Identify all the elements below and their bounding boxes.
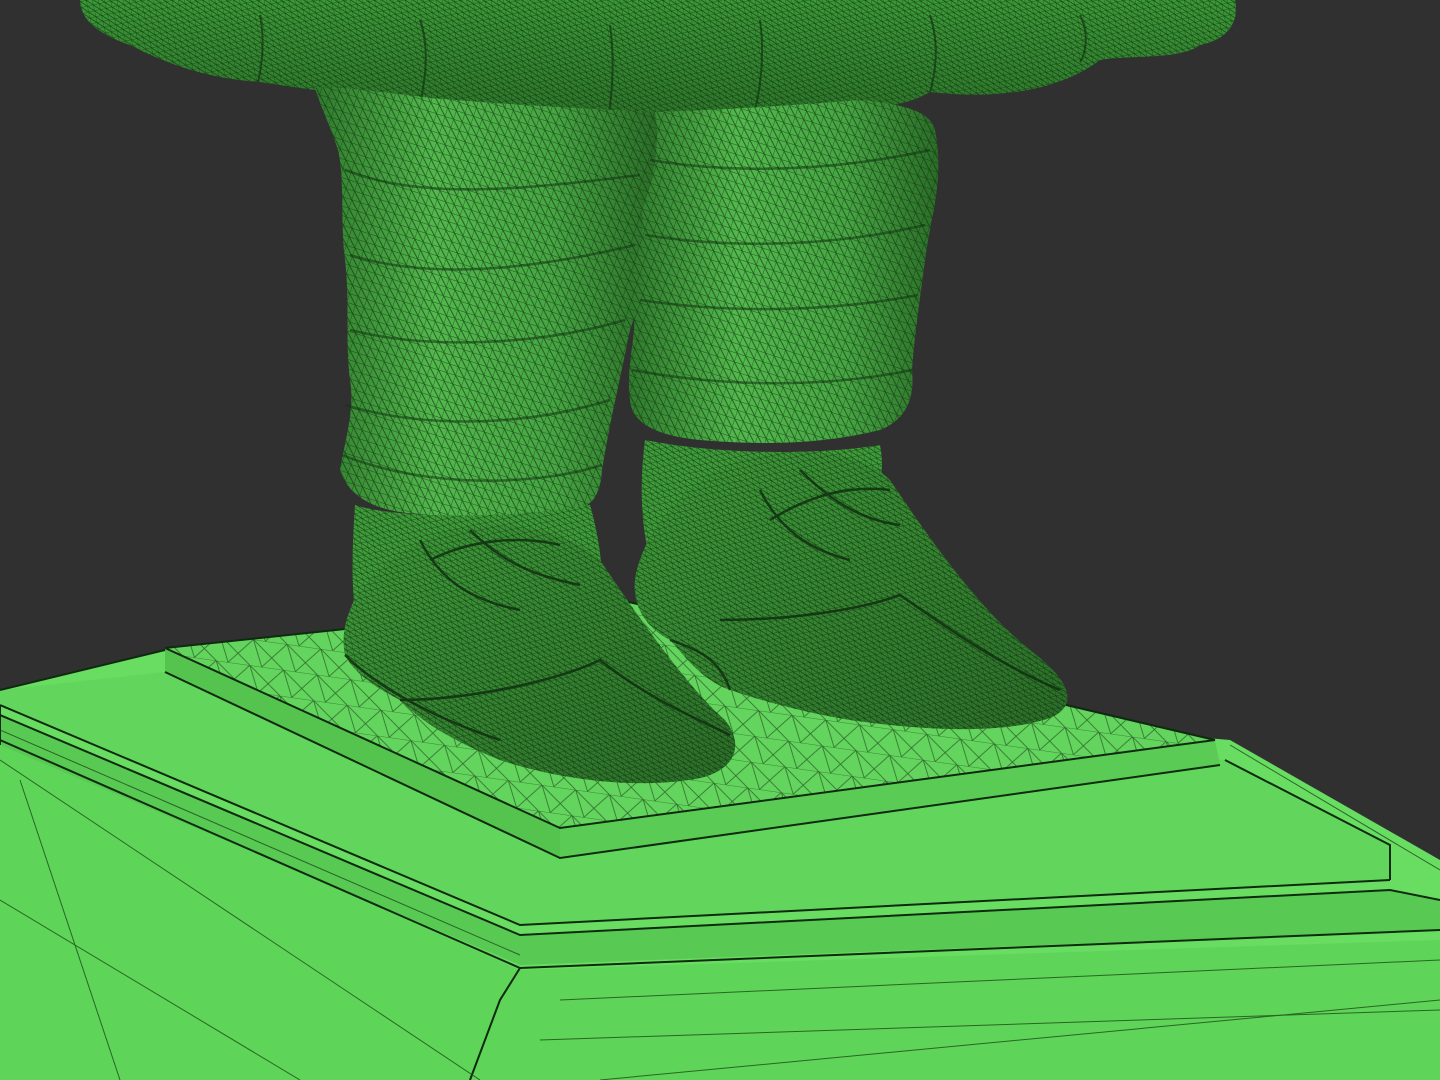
left-trouser-leg[interactable] bbox=[315, 87, 657, 518]
right-trouser-leg[interactable] bbox=[628, 100, 939, 443]
3d-viewport[interactable] bbox=[0, 0, 1440, 1080]
viewport-canvas[interactable] bbox=[0, 0, 1440, 1080]
coat-hem[interactable] bbox=[80, 0, 1236, 125]
